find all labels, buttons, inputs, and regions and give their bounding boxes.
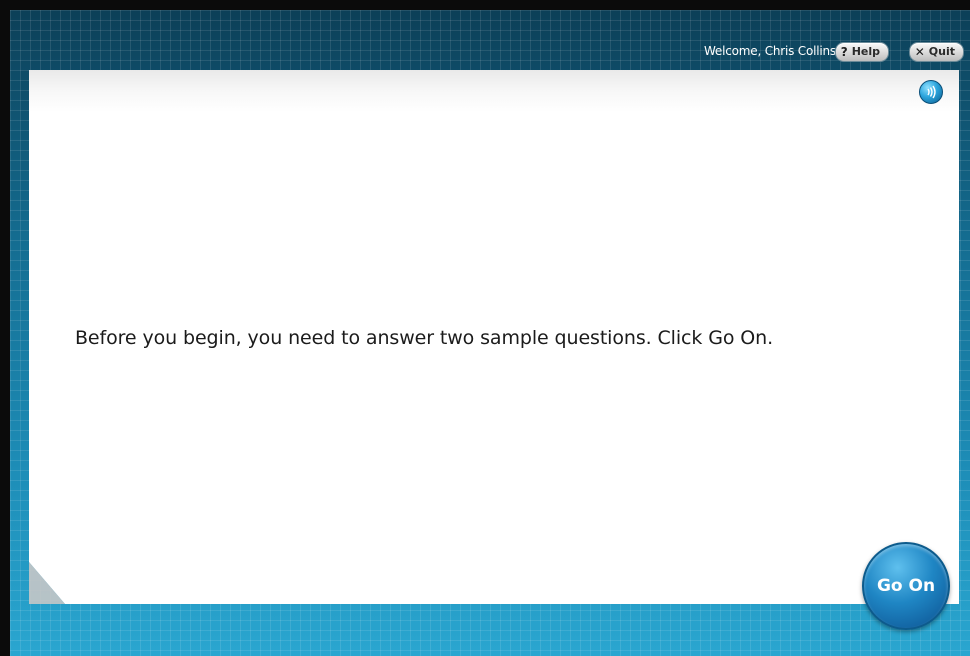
panel-corner-fold bbox=[29, 562, 65, 604]
help-button[interactable]: ? Help bbox=[834, 42, 889, 62]
help-label: Help bbox=[851, 45, 880, 58]
instruction-text: Before you begin, you need to answer two… bbox=[75, 327, 774, 349]
quit-button[interactable]: ✕ Quit bbox=[908, 42, 964, 62]
go-on-button[interactable]: Go On bbox=[862, 542, 950, 630]
panel-header-strip bbox=[29, 70, 959, 112]
quit-label: Quit bbox=[928, 45, 955, 58]
speaker-icon bbox=[924, 85, 938, 99]
go-on-label: Go On bbox=[876, 576, 936, 596]
welcome-message: Welcome, Chris Collins bbox=[703, 44, 836, 58]
x-icon: ✕ bbox=[914, 45, 925, 59]
top-bar: Welcome, Chris Collins ? Help ✕ Quit bbox=[10, 10, 970, 70]
content-panel: Before you begin, you need to answer two… bbox=[29, 70, 959, 604]
audio-button[interactable] bbox=[919, 80, 943, 104]
app-window: Welcome, Chris Collins ? Help ✕ Quit Bef… bbox=[10, 10, 970, 656]
question-mark-icon: ? bbox=[840, 45, 848, 59]
